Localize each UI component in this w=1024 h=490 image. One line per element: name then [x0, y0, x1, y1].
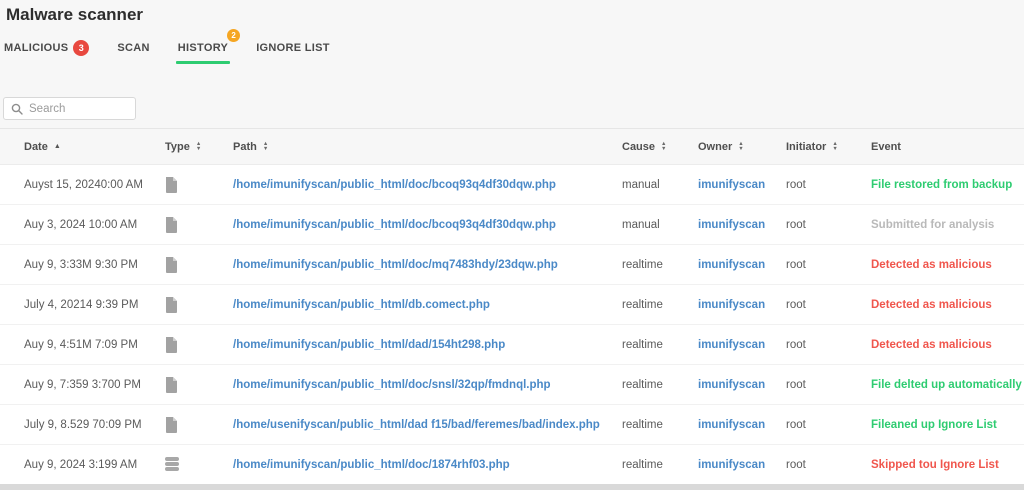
- history-count-badge: 2: [227, 29, 241, 42]
- search-input[interactable]: [29, 102, 128, 115]
- file-icon: [165, 176, 233, 193]
- path-link[interactable]: /home/imunifyscan/public_html/doc/mq7483…: [233, 259, 558, 271]
- table-row: Auy 9, 7:359 3:700 PM /home/imunifyscan/…: [0, 365, 1024, 405]
- column-header-date[interactable]: Date ▲: [24, 141, 165, 153]
- column-header-owner[interactable]: Owner ▲ ▼: [698, 141, 786, 153]
- initiator-cell: root: [786, 418, 806, 431]
- file-icon: [165, 216, 233, 233]
- active-tab-indicator: [175, 61, 231, 64]
- sort-icon: ▲ ▼: [832, 140, 838, 152]
- initiator-cell: root: [786, 258, 806, 271]
- page-title: Malware scanner: [6, 5, 144, 24]
- initiator-cell: root: [786, 298, 806, 311]
- path-link[interactable]: /home/imunifyscan/public_html/doc/snsl/3…: [233, 379, 551, 391]
- path-link[interactable]: /home/imunifyscan/public_html/db.comect.…: [233, 299, 490, 311]
- column-header-path[interactable]: Path ▲ ▼: [233, 141, 622, 153]
- event-status: Fileaned up Ignore List: [871, 418, 997, 431]
- table-row: Auy 9, 2024 3:199 AM /home/imunifyscan/p…: [0, 445, 1024, 485]
- table-row: July 4, 20214 9:39 PM /home/imunifyscan/…: [0, 285, 1024, 325]
- cause-cell: realtime: [622, 458, 663, 471]
- column-header-cause[interactable]: Cause ▲ ▼: [622, 141, 698, 153]
- cause-cell: realtime: [622, 418, 663, 431]
- cause-cell: manual: [622, 178, 660, 191]
- path-link[interactable]: /home/usenifyscan/public_html/dad f15/ba…: [233, 419, 600, 431]
- initiator-cell: root: [786, 338, 806, 351]
- date-cell: Auyst 15, 20240:00 AM: [24, 178, 143, 191]
- column-header-type[interactable]: Type ▲ ▼: [165, 141, 233, 153]
- table-row: Auy 9, 3:33M 9:30 PM /home/imunifyscan/p…: [0, 245, 1024, 285]
- initiator-cell: root: [786, 378, 806, 391]
- file-icon: [165, 256, 233, 273]
- malicious-count-badge: 3: [73, 39, 90, 56]
- owner-link[interactable]: imunifyscan: [698, 419, 765, 431]
- path-link[interactable]: /home/imunifyscan/public_html/doc/bcoq93…: [233, 219, 556, 231]
- owner-link[interactable]: imunifyscan: [698, 459, 765, 471]
- column-header-initiator[interactable]: Initiator ▲ ▼: [786, 141, 871, 153]
- file-icon: [165, 336, 233, 353]
- tab-label: IGNORE LIST: [256, 41, 330, 54]
- tab-ignore-list[interactable]: IGNORE LIST: [256, 39, 330, 56]
- owner-link[interactable]: imunifyscan: [698, 379, 765, 391]
- initiator-cell: root: [786, 178, 806, 191]
- owner-link[interactable]: imunifyscan: [698, 339, 765, 351]
- date-cell: Auy 3, 2024 10:00 AM: [24, 218, 138, 231]
- date-cell: Auy 9, 4:51M 7:09 PM: [24, 338, 138, 351]
- cause-cell: manual: [622, 218, 660, 231]
- tab-label: MALICIOUS: [4, 41, 69, 54]
- event-status: Detected as malicious: [871, 338, 992, 351]
- tab-history[interactable]: HISTORY 2: [175, 29, 241, 64]
- date-cell: July 9, 8.529 70:09 PM: [24, 418, 142, 431]
- owner-link[interactable]: imunifyscan: [698, 219, 765, 231]
- path-link[interactable]: /home/imunifyscan/public_html/doc/1874rh…: [233, 459, 510, 471]
- owner-link[interactable]: imunifyscan: [698, 299, 765, 311]
- file-icon: [165, 376, 233, 393]
- cause-cell: realtime: [622, 378, 663, 391]
- search-box: [3, 97, 136, 120]
- event-status: File delted up automatically: [871, 378, 1022, 391]
- owner-link[interactable]: imunifyscan: [698, 259, 765, 271]
- horizontal-scrollbar[interactable]: [0, 484, 1024, 490]
- cause-cell: realtime: [622, 258, 663, 271]
- file-icon: [165, 296, 233, 313]
- table-row: Auyst 15, 20240:00 AM /home/imunifyscan/…: [0, 165, 1024, 205]
- event-status: Detected as malicious: [871, 258, 992, 271]
- path-link[interactable]: /home/imunifyscan/public_html/doc/bcoq93…: [233, 179, 556, 191]
- date-cell: Auy 9, 2024 3:199 AM: [24, 458, 138, 471]
- owner-link[interactable]: imunifyscan: [698, 179, 765, 191]
- cause-cell: realtime: [622, 338, 663, 351]
- column-header-event: Event: [871, 140, 901, 153]
- tab-label: SCAN: [117, 41, 150, 54]
- database-icon: [165, 457, 233, 472]
- date-cell: July 4, 20214 9:39 PM: [24, 298, 139, 311]
- tab-malicious[interactable]: MALICIOUS 3: [4, 39, 90, 56]
- sort-icon: ▲ ▼: [195, 140, 202, 152]
- search-icon: [11, 103, 23, 115]
- cause-cell: realtime: [622, 298, 663, 311]
- table-row: Auy 9, 4:51M 7:09 PM /home/imunifyscan/p…: [0, 325, 1024, 365]
- sort-icon: ▲ ▼: [262, 140, 269, 152]
- file-icon: [165, 416, 233, 433]
- tab-label: HISTORY: [177, 41, 229, 54]
- history-table: Date ▲ Type ▲ ▼ Path ▲ ▼ Cause ▲ ▼ Owner ▲ ▼…: [0, 128, 1024, 485]
- path-link[interactable]: /home/imunifyscan/public_html/dad/154ht2…: [233, 339, 505, 351]
- date-cell: Auy 9, 3:33M 9:30 PM: [24, 258, 138, 271]
- tab-bar: MALICIOUS 3 SCAN HISTORY 2 IGNORE LIST: [4, 29, 358, 64]
- date-cell: Auy 9, 7:359 3:700 PM: [24, 378, 141, 391]
- table-row: July 9, 8.529 70:09 PM /home/usenifyscan…: [0, 405, 1024, 445]
- event-status: File restored from backup: [871, 178, 1013, 191]
- sort-icon: ▲ ▼: [661, 140, 667, 152]
- table-row: Auy 3, 2024 10:00 AM /home/imunifyscan/p…: [0, 205, 1024, 245]
- initiator-cell: root: [786, 458, 806, 471]
- event-status: Detected as malicious: [871, 298, 992, 311]
- event-status: Skipped tou Ignore List: [871, 458, 999, 471]
- table-header-row: Date ▲ Type ▲ ▼ Path ▲ ▼ Cause ▲ ▼ Owner ▲ ▼…: [0, 128, 1024, 165]
- initiator-cell: root: [786, 218, 806, 231]
- tab-scan[interactable]: SCAN: [117, 39, 149, 56]
- event-status: Submitted for analysis: [871, 218, 995, 231]
- sort-icon: ▲ ▼: [738, 140, 744, 152]
- sort-asc-icon: ▲: [53, 143, 61, 150]
